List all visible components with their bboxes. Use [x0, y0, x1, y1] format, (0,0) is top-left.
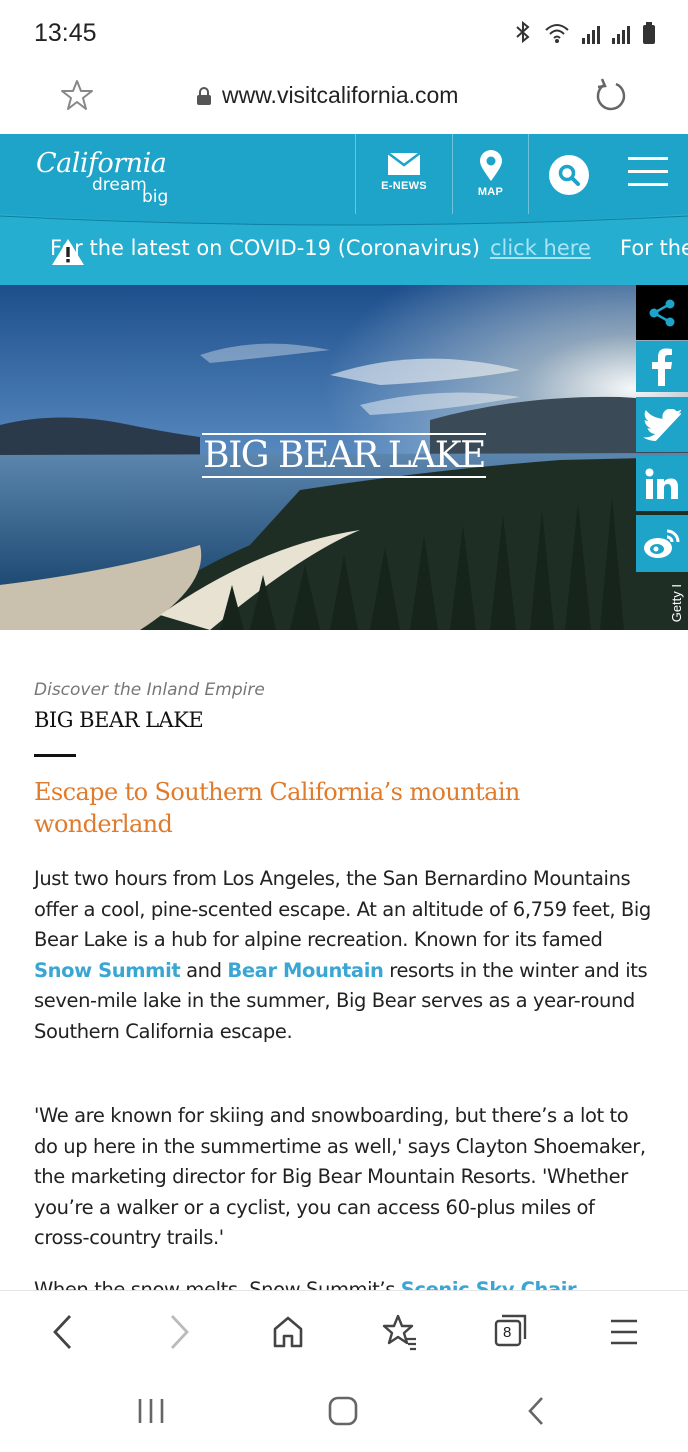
article-kicker: Discover the Inland Empire [34, 680, 265, 700]
back-icon[interactable] [50, 1313, 76, 1351]
home-icon[interactable] [328, 1396, 358, 1426]
warning-icon [52, 239, 84, 265]
alert-text: For the latest on COVID-19 (Coronavirus) [50, 236, 480, 260]
photo-credit: Getty I [669, 583, 684, 622]
search-button[interactable] [528, 134, 608, 214]
menu-button[interactable] [608, 134, 688, 214]
snow-summit-link[interactable]: Snow Summit [34, 959, 181, 982]
back-icon[interactable] [524, 1396, 548, 1426]
lock-icon [197, 86, 211, 105]
scenic-sky-chair-link[interactable]: Scenic Sky Chair [401, 1278, 577, 1290]
system-nav-bar [0, 1372, 688, 1452]
tabs-count: 8 [503, 1324, 512, 1341]
alert-link[interactable]: click here [490, 236, 591, 260]
menu-icon[interactable] [610, 1313, 638, 1351]
status-time: 13:45 [34, 19, 97, 47]
hero-image: BIG BEAR LAKE Getty I [0, 285, 688, 630]
linkedin-share-button[interactable] [636, 456, 688, 511]
california-logo[interactable]: California dream big [36, 148, 168, 207]
hero-title: BIG BEAR LAKE [202, 433, 486, 478]
status-bar: 13:45 [0, 0, 688, 66]
header-wave-divider [0, 214, 688, 226]
browser-bottom-toolbar: 8 [0, 1290, 688, 1372]
envelope-icon [387, 152, 421, 175]
linkedin-icon [645, 468, 678, 499]
twitter-icon [643, 408, 681, 441]
bookmarks-icon[interactable] [382, 1313, 418, 1351]
article-paragraph-2: 'We are known for skiing and snowboardin… [34, 1104, 646, 1249]
url-text: www.visitcalifornia.com [222, 82, 459, 108]
signal-icon [582, 26, 600, 44]
title-divider [34, 754, 76, 757]
share-button[interactable] [636, 285, 688, 340]
article-paragraph-3: When the snow melts, Snow Summit’s Sceni… [34, 1275, 654, 1290]
site-header: California dream big E-NEWS MAP [0, 134, 688, 214]
url-field[interactable]: www.visitcalifornia.com [196, 82, 458, 109]
home-icon[interactable] [272, 1313, 304, 1351]
weibo-share-button[interactable] [636, 515, 688, 572]
logo-line3: big [142, 187, 169, 207]
bear-mountain-link[interactable]: Bear Mountain [227, 959, 383, 982]
share-icon [649, 299, 675, 326]
signal-icon [612, 26, 630, 44]
covid-alert-bar: For the latest on COVID-19 (Coronavirus)… [0, 214, 688, 285]
forward-icon[interactable] [166, 1313, 192, 1351]
enews-button[interactable]: E-NEWS [355, 134, 452, 214]
wifi-icon [545, 24, 569, 43]
hamburger-icon [628, 157, 668, 186]
weibo-icon [644, 529, 680, 558]
map-label: MAP [477, 186, 504, 198]
article-title: BIG BEAR LAKE [34, 708, 204, 732]
browser-address-bar: www.visitcalifornia.com [0, 66, 688, 134]
reload-icon[interactable] [594, 78, 628, 112]
alert-text-repeat: For the [620, 236, 688, 260]
enews-label: E-NEWS [381, 180, 427, 192]
map-pin-icon [479, 150, 502, 181]
star-icon[interactable] [60, 78, 94, 112]
search-icon [548, 155, 589, 195]
article-paragraph-1: Just two hours from Los Angeles, the San… [34, 867, 651, 1043]
article-subhead: Escape to Southern California’s mountain… [34, 778, 520, 838]
battery-icon [643, 22, 655, 44]
twitter-share-button[interactable] [636, 397, 688, 452]
article-body: Discover the Inland Empire BIG BEAR LAKE… [0, 630, 688, 1290]
map-button[interactable]: MAP [452, 134, 528, 214]
facebook-share-button[interactable] [636, 341, 688, 392]
tabs-button[interactable]: 8 [494, 1313, 528, 1347]
facebook-icon [652, 348, 672, 386]
recents-icon[interactable] [136, 1396, 166, 1426]
alert-text-wrap: For the latest on COVID-19 (Coronavirus)… [50, 236, 591, 260]
status-icons [514, 20, 656, 44]
bluetooth-icon [516, 20, 530, 44]
